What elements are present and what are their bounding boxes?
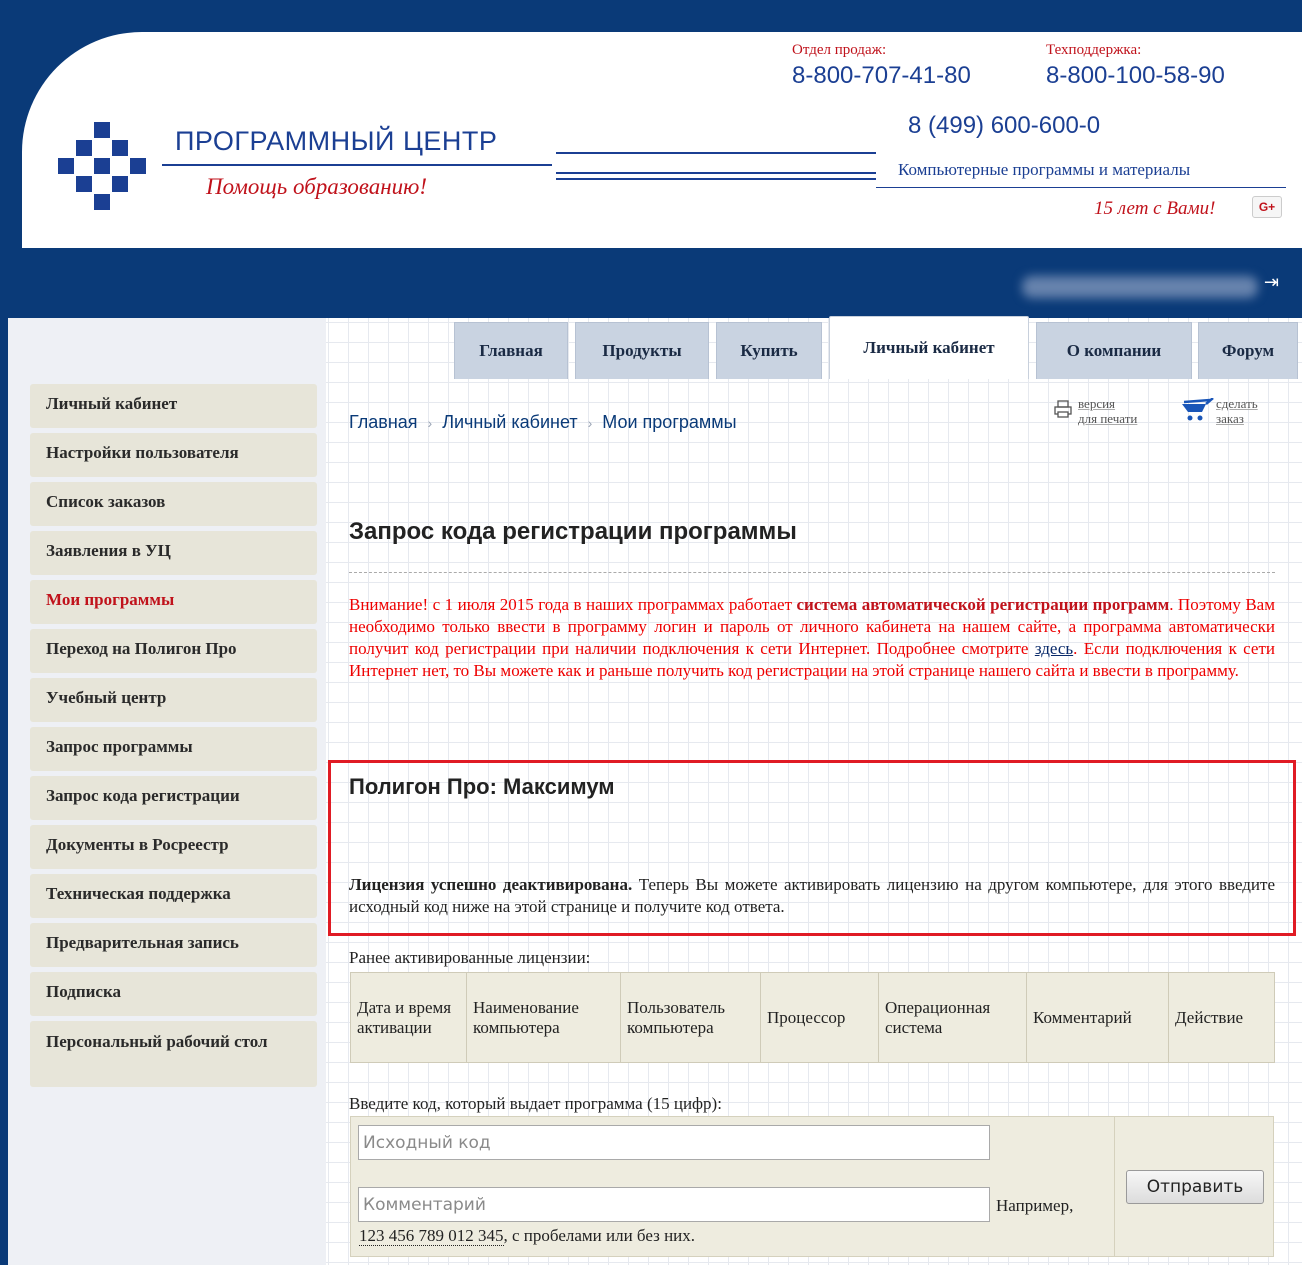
tab-account[interactable]: Личный кабинет: [829, 316, 1029, 379]
cart-icon[interactable]: [1180, 398, 1214, 424]
sidebar-item-desktop[interactable]: Персональный рабочий стол: [30, 1021, 317, 1087]
breadcrumb-home[interactable]: Главная: [349, 412, 418, 432]
brand-name[interactable]: ПРОГРАММНЫЙ ЦЕНТР: [175, 126, 497, 157]
col-action: Действие: [1168, 972, 1275, 1063]
sales-label: Отдел продаж:: [792, 42, 887, 58]
licenses-table: Дата и время активации Наименование комп…: [350, 972, 1275, 1063]
breadcrumb-separator: ›: [427, 415, 433, 431]
sidebar-item-training[interactable]: Учебный центр: [30, 678, 317, 722]
sidebar-item-account[interactable]: Личный кабинет: [30, 384, 317, 428]
col-computer-user: Пользователь компьютера: [620, 972, 761, 1063]
site-header: ПРОГРАММНЫЙ ЦЕНТР Помощь образованию! От…: [22, 32, 1302, 248]
brand-divider: [162, 164, 552, 166]
example-suffix: , с пробелами или без них.: [503, 1226, 696, 1245]
col-activation-date: Дата и время активации: [350, 972, 467, 1063]
brand-lines-lower: [556, 172, 876, 184]
print-version-link[interactable]: версия для печати: [1078, 396, 1137, 426]
tab-products[interactable]: Продукты: [575, 322, 709, 379]
sidebar-item-subscription[interactable]: Подписка: [30, 972, 317, 1016]
previous-licenses-label: Ранее активированные лицензии:: [349, 948, 591, 967]
main-phone: 8 (499) 600-600-0: [908, 112, 1101, 139]
breadcrumb: Главная › Личный кабинет › Мои программы: [349, 412, 737, 433]
col-computer-name: Наименование компьютера: [466, 972, 621, 1063]
print-link-line1: версия: [1078, 396, 1116, 411]
comment-input[interactable]: [358, 1187, 990, 1222]
make-order-link[interactable]: сделать заказ: [1216, 396, 1258, 426]
sidebar-item-orders[interactable]: Список заказов: [30, 482, 317, 526]
logo-icon[interactable]: [58, 122, 146, 210]
source-code-input[interactable]: [358, 1125, 990, 1160]
page-title: Запрос кода регистрации программы: [349, 518, 797, 545]
submit-button[interactable]: Отправить: [1126, 1170, 1264, 1204]
order-link-line2: заказ: [1216, 411, 1244, 426]
example-code: 123 456 789 012 345: [359, 1226, 504, 1246]
form-divider: [1114, 1116, 1115, 1257]
example-hint: 123 456 789 012 345, с пробелами или без…: [359, 1226, 695, 1246]
col-processor: Процессор: [760, 972, 879, 1063]
order-link-line1: сделать: [1216, 396, 1258, 411]
brand-lines: [556, 152, 876, 158]
breadcrumb-account[interactable]: Личный кабинет: [442, 412, 577, 432]
notice-bold: система автоматической регистрации прогр…: [796, 595, 1170, 614]
col-os: Операционная система: [878, 972, 1027, 1063]
brand-slogan: Помощь образованию!: [206, 174, 428, 199]
tab-home[interactable]: Главная: [454, 322, 568, 379]
sidebar-item-poligon-pro[interactable]: Переход на Полигон Про: [30, 629, 317, 673]
printer-icon[interactable]: [1052, 398, 1074, 420]
product-name: Полигон Про: Максимум: [349, 774, 615, 799]
sidebar-item-my-programs[interactable]: Мои программы: [30, 580, 317, 624]
sidebar-item-uc-requests[interactable]: Заявления в УЦ: [30, 531, 317, 575]
sidebar-item-support[interactable]: Техническая поддержка: [30, 874, 317, 918]
years-badge: 15 лет с Вами!: [1094, 198, 1216, 219]
sidebar-item-user-settings[interactable]: Настройки пользователя: [30, 433, 317, 477]
tagline-rule: [876, 187, 1286, 188]
breadcrumb-current: Мои программы: [602, 412, 737, 432]
col-comment: Комментарий: [1026, 972, 1169, 1063]
tab-about[interactable]: О компании: [1036, 322, 1192, 379]
code-input-label: Введите код, который выдает программа (1…: [349, 1094, 722, 1113]
user-bar: ⇥: [0, 248, 1302, 318]
support-label: Техподдержка:: [1046, 42, 1142, 58]
google-plus-button[interactable]: G+: [1252, 196, 1282, 218]
user-name-blurred[interactable]: [1022, 276, 1258, 298]
breadcrumb-separator: ›: [587, 415, 593, 431]
example-prefix: Например,: [996, 1196, 1074, 1215]
sales-phone: 8-800-707-41-80: [792, 62, 971, 89]
notice-here-link[interactable]: здесь: [1035, 639, 1073, 658]
logout-icon[interactable]: ⇥: [1264, 274, 1282, 292]
title-divider: [349, 572, 1275, 573]
tab-buy[interactable]: Купить: [716, 322, 822, 379]
tagline: Компьютерные программы и материалы: [898, 160, 1191, 179]
notice-text-1: Внимание! с 1 июля 2015 года в наших про…: [349, 595, 797, 614]
license-status-message: Лицензия успешно деактивирована. Теперь …: [349, 874, 1275, 918]
sidebar-item-appointment[interactable]: Предварительная запись: [30, 923, 317, 967]
auto-registration-notice: Внимание! с 1 июля 2015 года в наших про…: [349, 594, 1275, 682]
support-phone: 8-800-100-58-90: [1046, 62, 1225, 89]
sidebar-item-program-request[interactable]: Запрос программы: [30, 727, 317, 771]
tab-forum[interactable]: Форум: [1198, 322, 1298, 379]
sidebar-item-registration-code[interactable]: Запрос кода регистрации: [30, 776, 317, 820]
print-link-line2: для печати: [1078, 411, 1138, 426]
sidebar-item-rosreestr-docs[interactable]: Документы в Росреестр: [30, 825, 317, 869]
table-header-row: Дата и время активации Наименование комп…: [350, 972, 1275, 1063]
license-status-bold: Лицензия успешно деактивирована.: [349, 875, 633, 894]
